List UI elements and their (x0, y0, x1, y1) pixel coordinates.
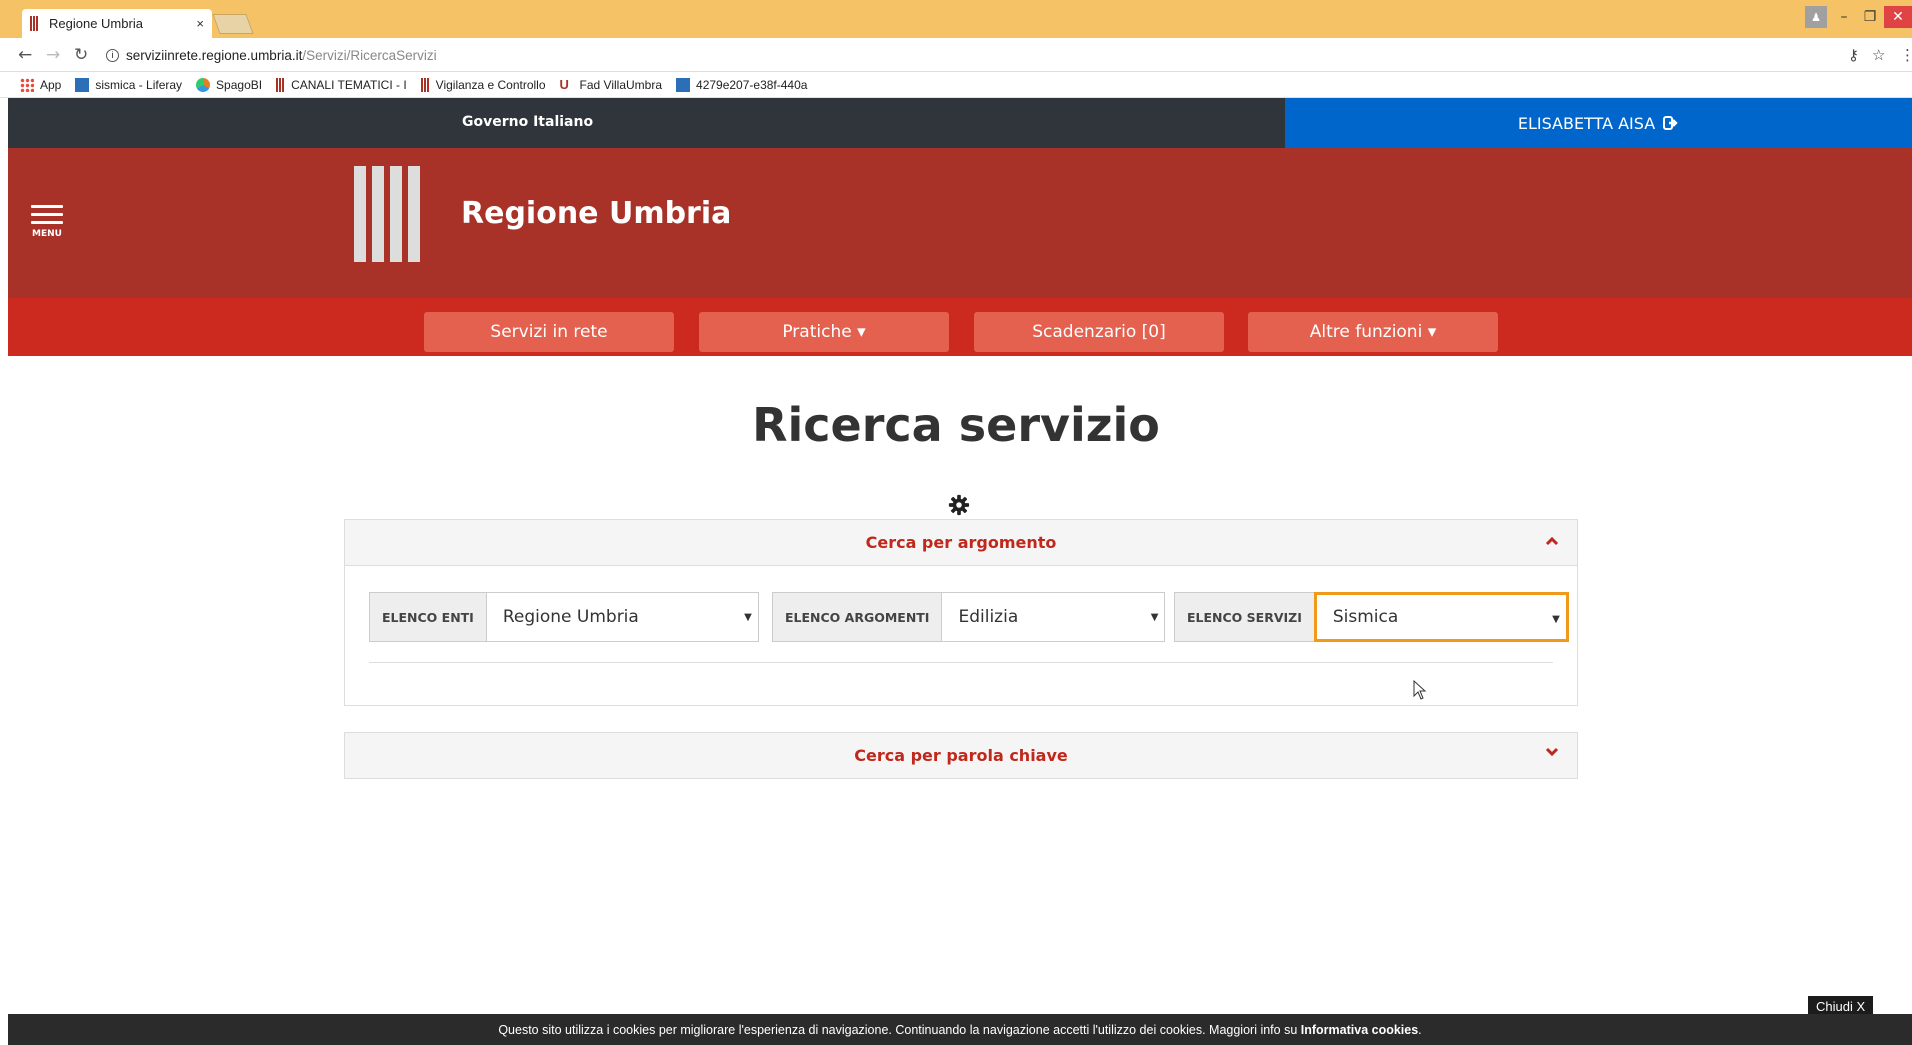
caret-down-icon: ▼ (1552, 614, 1560, 625)
field-elenco-enti: ELENCO ENTI Regione Umbria ▼ (369, 592, 759, 642)
bookmarks-bar: App sismica - Liferay SpagoBI CANALI TEM… (0, 72, 1912, 98)
panel-argomento-title: Cerca per argomento (865, 533, 1057, 552)
gear-icon[interactable] (948, 494, 970, 516)
window-close-icon[interactable]: ✕ (1884, 6, 1912, 28)
key-icon[interactable]: ⚷ (1848, 46, 1859, 64)
bookmark-label: sismica - Liferay (95, 77, 183, 92)
hamburger-icon-bar (31, 221, 63, 224)
user-logout-button[interactable]: ELISABETTA AISA (1285, 98, 1912, 148)
new-tab-button[interactable] (212, 14, 254, 34)
cookie-info-link[interactable]: Informativa cookies (1301, 1023, 1418, 1037)
liferay-icon (75, 77, 90, 92)
site-info-icon[interactable]: i (106, 48, 119, 62)
elenco-argomenti-value: Edilizia (958, 607, 1019, 627)
cookie-banner: Questo sito utilizza i cookies per migli… (8, 1014, 1912, 1045)
brand-title[interactable]: Regione Umbria (461, 196, 731, 231)
main-nav: Servizi in rete Pratiche ▾ Scadenzario [… (8, 298, 1912, 356)
restore-icon[interactable]: ❐ (1858, 6, 1882, 28)
nav-altre-funzioni-dropdown[interactable]: Altre funzioni ▾ (1248, 312, 1498, 352)
spagobi-icon (196, 77, 211, 92)
minimize-icon[interactable]: – (1832, 6, 1856, 28)
menu-label: MENU (32, 229, 62, 239)
elenco-argomenti-select[interactable]: Edilizia ▼ (941, 592, 1166, 642)
chevron-down-icon[interactable] (1545, 745, 1559, 759)
panel-argomento-header[interactable]: Cerca per argomento (345, 520, 1577, 566)
site-header: MENU Regione Umbria (8, 148, 1912, 298)
umbria-icon (420, 77, 430, 92)
elenco-servizi-select[interactable]: Sismica ▼ (1313, 592, 1569, 642)
bookmark-fad-villaumbra[interactable]: U Fad VillaUmbra (559, 76, 663, 92)
elenco-enti-select[interactable]: Regione Umbria ▼ (485, 592, 759, 642)
elenco-enti-label: ELENCO ENTI (369, 592, 486, 642)
url-host: serviziinrete.regione.umbria.it (126, 47, 303, 63)
bookmark-guid[interactable]: 4279e207-e38f-440a (676, 77, 808, 92)
hamburger-icon-bar (31, 213, 63, 216)
panel-cerca-per-argomento: Cerca per argomento ELENCO ENTI Regione … (344, 519, 1578, 706)
cookie-text-end: . (1418, 1022, 1422, 1037)
nav-pratiche-dropdown[interactable]: Pratiche ▾ (699, 312, 949, 352)
hamburger-icon (31, 205, 63, 208)
umbria-favicon-icon (30, 16, 39, 31)
url-path: /Servizi/RicercaServizi (302, 47, 437, 63)
governo-italiano-link[interactable]: Governo Italiano (462, 114, 593, 130)
user-name: ELISABETTA AISA (1517, 113, 1656, 133)
caret-down-icon: ▼ (744, 612, 752, 623)
elenco-servizi-label: ELENCO SERVIZI (1174, 592, 1314, 642)
address-bar: ← → ↻ i serviziinrete.regione.umbria.it /… (0, 38, 1912, 72)
forward-icon[interactable]: → (46, 45, 60, 65)
back-icon[interactable]: ← (18, 45, 32, 65)
regione-umbria-logo[interactable] (354, 166, 420, 262)
caret-down-icon: ▼ (1150, 612, 1159, 623)
bookmark-label: SpagoBI (216, 77, 263, 92)
bookmark-spagobi[interactable]: SpagoBI (196, 77, 263, 92)
field-elenco-argomenti: ELENCO ARGOMENTI Edilizia ▼ (772, 592, 1166, 642)
liferay-icon (676, 77, 691, 92)
menu-button[interactable]: MENU (31, 205, 63, 239)
bookmark-label: CANALI TEMATICI - I (291, 77, 407, 92)
logout-icon (1663, 116, 1678, 130)
bookmark-vigilanza[interactable]: Vigilanza e Controllo (420, 77, 546, 92)
cookie-text: Questo sito utilizza i cookies per migli… (498, 1022, 1301, 1037)
government-bar: Governo Italiano ELISABETTA AISA (8, 98, 1912, 148)
bookmark-star-icon[interactable]: ☆ (1872, 46, 1885, 64)
panel-divider (369, 662, 1553, 663)
villaumbra-icon: U (559, 76, 569, 92)
tab-title: Regione Umbria (49, 16, 143, 31)
url-field[interactable]: i serviziinrete.regione.umbria.it/Serviz… (106, 42, 1836, 68)
bookmark-canali-tematici[interactable]: CANALI TEMATICI - I (276, 77, 407, 92)
bookmark-label: Vigilanza e Controllo (435, 77, 546, 92)
bookmark-app[interactable]: App (20, 77, 62, 92)
tab-close-icon[interactable]: × (196, 16, 204, 31)
reload-icon[interactable]: ↻ (74, 45, 88, 65)
chrome-menu-icon[interactable]: ⋮ (1900, 46, 1912, 64)
nav-servizi-in-rete[interactable]: Servizi in rete (424, 312, 674, 352)
panel-parola-header[interactable]: Cerca per parola chiave (345, 733, 1577, 778)
browser-titlebar: Regione Umbria × ♟ – ❐ ✕ (0, 0, 1912, 38)
elenco-argomenti-label: ELENCO ARGOMENTI (772, 592, 942, 642)
profile-icon[interactable]: ♟ (1805, 6, 1827, 28)
browser-tab[interactable]: Regione Umbria × (22, 9, 212, 38)
umbria-icon (276, 77, 286, 92)
bookmark-sismica-liferay[interactable]: sismica - Liferay (75, 77, 183, 92)
nav-scadenzario[interactable]: Scadenzario [0] (974, 312, 1224, 352)
bookmark-label: App (40, 77, 62, 92)
field-elenco-servizi: ELENCO SERVIZI Sismica ▼ (1174, 592, 1569, 642)
apps-grid-icon (20, 77, 34, 92)
elenco-enti-value: Regione Umbria (502, 607, 639, 627)
bookmark-label: Fad VillaUmbra (579, 77, 663, 92)
page-title: Ricerca servizio (752, 398, 1160, 452)
panel-parola-title: Cerca per parola chiave (854, 746, 1068, 765)
bookmark-label: 4279e207-e38f-440a (696, 77, 808, 92)
chevron-up-icon[interactable] (1545, 534, 1559, 548)
mouse-cursor-icon (1413, 680, 1427, 700)
elenco-servizi-value: Sismica (1332, 607, 1399, 627)
panel-cerca-per-parola-chiave: Cerca per parola chiave (344, 732, 1578, 779)
